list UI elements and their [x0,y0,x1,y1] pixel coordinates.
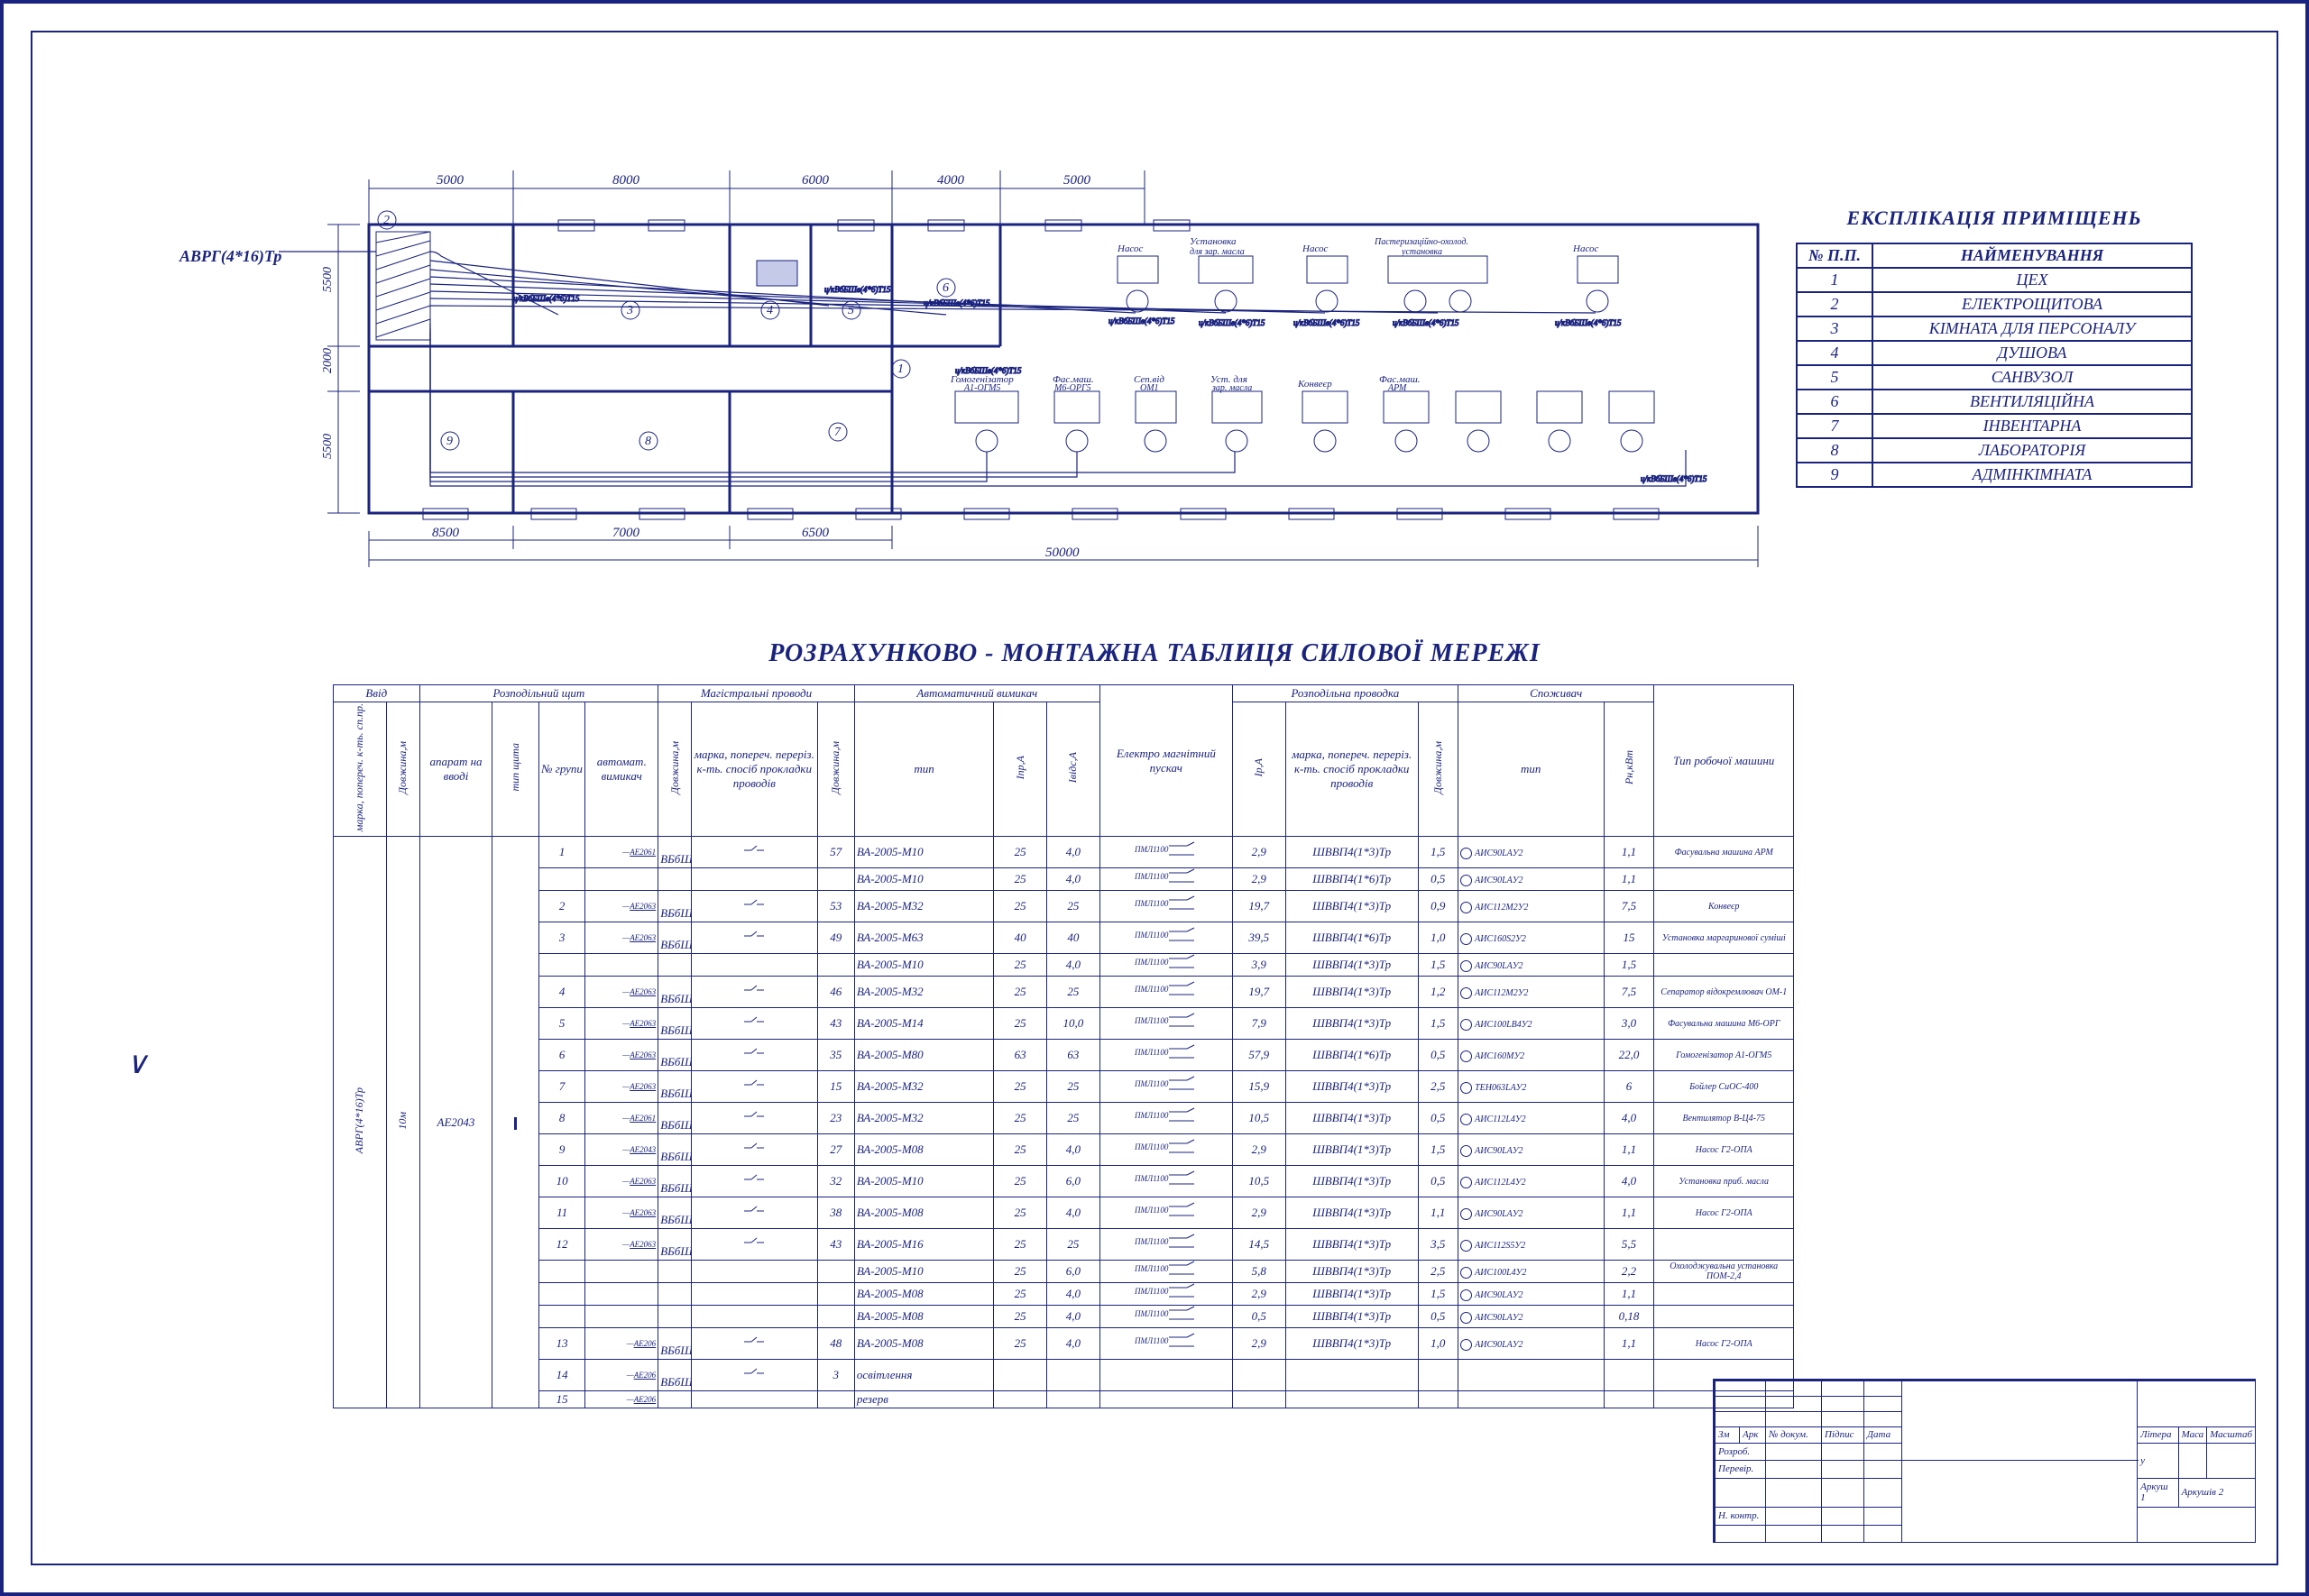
svg-text:ПМЛ1100: ПМЛ1100 [1134,1079,1169,1088]
svg-text:ПМЛ1100: ПМЛ1100 [1134,958,1169,967]
table-row: 10—AE2063 ВБбШв(4*3)Т15 32 ВА-2005-М1025… [334,1166,1794,1197]
svg-text:8: 8 [645,435,651,448]
svg-text:ПМЛ1100: ПМЛ1100 [1134,1336,1169,1345]
main-title: РОЗРАХУНКОВО - МОНТАЖНА ТАБЛИЦЯ СИЛОВОЇ … [768,639,1541,668]
svg-text:ц/кВбБШв(4*6)Т15: ц/кВбБШв(4*6)Т15 [1641,474,1707,483]
svg-text:ПМЛ1100: ПМЛ1100 [1134,1111,1169,1120]
svg-text:ПМЛ1100: ПМЛ1100 [1134,1287,1169,1296]
svg-text:7000: 7000 [612,526,640,540]
table-row: 11—AE2063 ВБбШв(4*3)Т15 38 ВА-2005-М0825… [334,1197,1794,1229]
svg-text:ПМЛ1100: ПМЛ1100 [1134,1016,1169,1025]
orientation-arrow: ∨ [125,1045,148,1081]
svg-text:Конвеєр: Конвеєр [1297,379,1332,390]
svg-text:2: 2 [383,214,390,227]
svg-text:9: 9 [446,435,453,448]
table-row: 7—AE2063 ВБбШв(4*3)Т15 15 ВА-2005-М32252… [334,1071,1794,1103]
title-block: ЗмАрк№ докум.ПідписДатаЛітераМасаМасштаб… [1713,1379,2256,1543]
svg-text:7: 7 [834,426,842,439]
table-row: ВА-2005-М10254,0 ПМЛ1100 3,9ШВВП4(1*3)Тр… [334,954,1794,977]
svg-text:1: 1 [897,362,904,376]
table-row: ВА-2005-М10254,0 ПМЛ1100 2,9ШВВП4(1*6)Тр… [334,868,1794,891]
svg-text:Пастеризаційно-охолод.: Пастеризаційно-охолод. [1374,237,1468,247]
svg-text:3: 3 [626,304,633,317]
svg-text:Установка: Установка [1190,236,1237,247]
table-row: 15—AE206 резерв [334,1391,1794,1408]
explication-title: ЕКСПЛІКАЦІЯ ПРИМІЩЕНЬ [1796,206,2193,230]
svg-text:8000: 8000 [612,173,640,188]
svg-text:М6-ОРГ5: М6-ОРГ5 [1053,383,1091,393]
room-explication: ЕКСПЛІКАЦІЯ ПРИМІЩЕНЬ № П.П.НАЙМЕНУВАННЯ… [1796,206,2193,488]
svg-text:зар. масла: зар. масла [1211,383,1252,393]
svg-text:50000: 50000 [1045,546,1080,560]
svg-text:АРМ: АРМ [1387,383,1407,393]
table-row: 14—AE206 ВБбШв(4*3)Т15 3 освітлення [334,1360,1794,1391]
table-row: 6—AE2063 ВБбШв(4*6)Т20 35 ВА-2005-М80636… [334,1040,1794,1071]
svg-text:А1-ОГМ5: А1-ОГМ5 [963,383,1000,393]
svg-text:ПМЛ1100: ПМЛ1100 [1134,1264,1169,1273]
svg-text:ц/кВбБШв(4*6)Т15: ц/кВбБШв(4*6)Т15 [1199,318,1265,327]
calculation-table: Ввід Розподільний щит Магістральні прово… [333,684,1794,1408]
table-row: 2—AE2063 ВБбШв(4*3)Т15 53 ВА-2005-М32252… [334,891,1794,922]
svg-text:ПМЛ1100: ПМЛ1100 [1134,1237,1169,1246]
entry-cable-label: АВРГ(4*16)Тр [179,247,281,266]
table-row: 9—AE2043 ВБбШв(4*3)Т15 27 ВА-2005-М08254… [334,1134,1794,1166]
table-row: 5—AE2063 ВБбШв(4*3)Т15 43 ВА-2005-М14251… [334,1008,1794,1040]
svg-text:ПМЛ1100: ПМЛ1100 [1134,985,1169,994]
svg-text:5000: 5000 [1063,173,1091,188]
svg-text:ПМЛ1100: ПМЛ1100 [1134,931,1169,940]
svg-text:ц/кВбБШв(4*6)Т15: ц/кВбБШв(4*6)Т15 [824,285,891,294]
svg-text:Насос: Насос [1117,243,1144,254]
svg-text:ПМЛ1100: ПМЛ1100 [1134,1048,1169,1057]
svg-text:ПМЛ1100: ПМЛ1100 [1134,845,1169,854]
table-row: ВА-2005-М08254,0 ПМЛ1100 0,5ШВВП4(1*3)Тр… [334,1306,1794,1328]
svg-text:ц/кВбБШв(4*6)Т15: ц/кВбБШв(4*6)Т15 [1109,316,1175,326]
svg-text:Насос: Насос [1302,243,1329,254]
svg-text:4000: 4000 [937,173,965,188]
svg-text:6: 6 [943,281,949,295]
svg-text:ПМЛ1100: ПМЛ1100 [1134,872,1169,881]
svg-text:4: 4 [767,304,773,317]
svg-text:5000: 5000 [437,173,465,188]
table-row: АВРГ(4*16)Тр 10м АЕ2043 1—AE2061 ВБбШв(4… [334,837,1794,868]
svg-text:ПМЛ1100: ПМЛ1100 [1134,1206,1169,1215]
svg-text:8500: 8500 [432,526,460,540]
svg-text:ОМ1: ОМ1 [1140,383,1159,393]
svg-text:ПМЛ1100: ПМЛ1100 [1134,1309,1169,1318]
svg-text:для зар. масла: для зар. масла [1190,247,1245,257]
svg-text:6000: 6000 [802,173,830,188]
table-row: 13—AE206 ВБбШв(4*3)Т15 48 ВА-2005-М08254… [334,1328,1794,1360]
table-row: ВА-2005-М10256,0 ПМЛ1100 5,8ШВВП4(1*3)Тр… [334,1261,1794,1283]
table-row: 3—AE2063 ВБбШв(4*6)Т20 49 ВА-2005-М63404… [334,922,1794,954]
table-row: ВА-2005-М08254,0 ПМЛ1100 2,9ШВВП4(1*3)Тр… [334,1283,1794,1306]
svg-text:ц/кВбБШв(4*6)Т15: ц/кВбБШв(4*6)Т15 [1293,318,1360,327]
svg-text:установка: установка [1401,247,1442,257]
svg-text:5500: 5500 [321,434,335,459]
table-row: 4—AE2063 ВБбШв(4*3)Т15 46 ВА-2005-М32252… [334,977,1794,1008]
table-row: 12—AE2063 ВБбШв(4*6)Т20 43 ВА-2005-М1625… [334,1229,1794,1261]
svg-text:ц/кВбБШв(4*6)Т15: ц/кВбБШв(4*6)Т15 [1393,318,1459,327]
table-row: 8—AE2061 ВБбШв(4*3)Т15 23 ВА-2005-М32252… [334,1103,1794,1134]
svg-text:6500: 6500 [802,526,830,540]
svg-text:5500: 5500 [321,267,335,292]
svg-text:2000: 2000 [321,348,335,373]
svg-text:ц/кВбБШв(4*6)Т15: ц/кВбБШв(4*6)Т15 [955,366,1022,375]
svg-text:ПМЛ1100: ПМЛ1100 [1134,1174,1169,1183]
svg-text:ПМЛ1100: ПМЛ1100 [1134,1142,1169,1151]
floor-plan: 5000 8000 6000 4000 5000 5500 2000 5500 [333,170,1785,594]
svg-text:ПМЛ1100: ПМЛ1100 [1134,899,1169,908]
svg-text:ц/кВбБШв(4*6)Т15: ц/кВбБШв(4*6)Т15 [513,294,580,303]
svg-text:Насос: Насос [1572,243,1599,254]
svg-text:ц/кВбБШв(4*6)Т15: ц/кВбБШв(4*6)Т15 [1555,318,1622,327]
